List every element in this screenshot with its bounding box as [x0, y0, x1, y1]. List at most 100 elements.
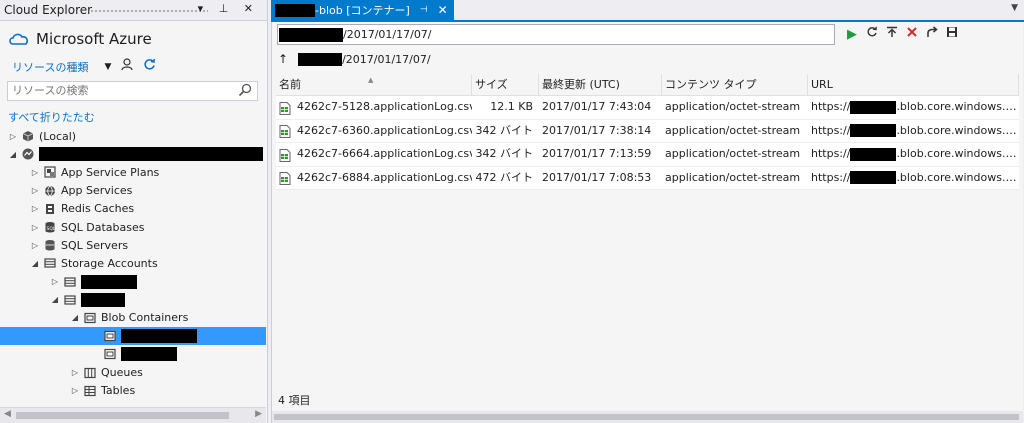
tab-blob-container[interactable]: -blob [コンテナー] ⊣ ✕ — [271, 0, 454, 20]
panel-title: Cloud Explorer — [4, 3, 93, 17]
up-arrow-icon[interactable]: ↑ — [278, 52, 288, 66]
column-header-label: サイズ — [475, 78, 508, 91]
table-row[interactable]: 4262c7-6664.applicationLog.csv 342 バイト 201… — [276, 143, 1019, 167]
path-field[interactable]: /2017/01/17/07/ — [277, 24, 835, 45]
run-query-icon[interactable]: ▶ — [842, 27, 862, 42]
tree-node[interactable]: ▷ App Services — [0, 182, 266, 200]
scrollbar-thumb[interactable] — [274, 414, 1019, 420]
cell-url: https:// .blob.core.windows.… — [808, 96, 1019, 119]
url-suffix: .blob.core.windows.… — [896, 123, 1017, 137]
expand-arrow-icon[interactable]: ▷ — [30, 204, 40, 213]
collapse-arrow-icon[interactable]: ◢ — [50, 295, 60, 304]
search-input[interactable] — [8, 82, 232, 98]
account-icon[interactable] — [121, 58, 133, 75]
blob-container-view: /2017/01/17/07/ ▶ ↑ /2017/01/17/07/ 名前 ▲… — [271, 22, 1023, 423]
expand-arrow-icon[interactable]: ▷ — [30, 186, 40, 195]
upload-icon[interactable] — [882, 26, 902, 42]
table-row[interactable]: 4262c7-6884.applicationLog.csv 472 バイト 201… — [276, 166, 1019, 190]
cell-modified: 2017/01/17 7:08:53 — [542, 170, 652, 184]
tree-node[interactable] — [0, 345, 266, 363]
tab-title: -blob [コンテナー] — [315, 4, 410, 17]
column-header-size[interactable]: サイズ — [472, 74, 539, 95]
redacted-text — [850, 100, 897, 114]
scroll-right-icon[interactable]: ▶ — [255, 409, 262, 419]
refresh-icon[interactable] — [143, 58, 156, 75]
panel-title-buttons[interactable]: ▾ ⊥ ✕ — [198, 2, 259, 15]
cell-size: 342 バイト — [475, 147, 534, 160]
cell-url: https:// .blob.core.windows.… — [808, 167, 1019, 190]
tree-node[interactable]: ▷ (Local) — [0, 127, 266, 145]
tree-node[interactable]: ▷ — [0, 273, 266, 291]
file-name: 4262c7-5128.applicationLog.csv — [297, 100, 472, 113]
collapse-arrow-icon[interactable]: ◢ — [70, 313, 80, 322]
redacted-text — [850, 124, 897, 137]
scrollbar-thumb[interactable] — [16, 412, 229, 419]
open-icon[interactable] — [922, 26, 942, 42]
horizontal-scrollbar[interactable]: ◀ ▶ — [0, 407, 266, 423]
column-header-label: URL — [811, 78, 833, 91]
tree-node[interactable]: ◢ Storage Accounts — [0, 254, 266, 272]
cell-size: 472 バイト — [475, 170, 534, 184]
resource-search — [7, 81, 258, 101]
chevron-down-icon[interactable]: ▼ — [104, 62, 111, 72]
expand-arrow-icon[interactable]: ▷ — [30, 223, 40, 232]
document-area: -blob [コンテナー] ⊣ ✕ ▼ /2017/01/17/07/ ▶ ↑ … — [271, 0, 1024, 423]
redacted-text — [279, 27, 343, 42]
cell-modified: 2017/01/17 7:38:14 — [542, 123, 652, 137]
tree-node[interactable]: ▷ SQL Servers — [0, 236, 266, 254]
tree-node[interactable]: ▷ App Service Plans — [0, 163, 266, 181]
tree-node[interactable]: ▷ Redis Caches — [0, 200, 266, 218]
azure-cloud-icon — [9, 33, 29, 45]
app-service-plan-icon — [44, 166, 56, 179]
cell-name: 4262c7-6884.applicationLog.csv — [276, 167, 472, 190]
tree-node-label: SQL Servers — [61, 238, 129, 252]
search-icon[interactable] — [238, 83, 252, 100]
brand-name: Microsoft Azure — [36, 30, 152, 48]
collapse-arrow-icon[interactable]: ◢ — [8, 150, 18, 159]
expand-arrow-icon[interactable]: ▷ — [8, 132, 18, 141]
csv-file-icon — [279, 124, 291, 138]
pin-icon[interactable]: ⊣ — [420, 5, 428, 15]
tab-bar: -blob [コンテナー] ⊣ ✕ ▼ — [271, 0, 1024, 22]
expand-arrow-icon[interactable]: ▷ — [70, 368, 80, 377]
tree-node[interactable]: ◢ Blob Containers — [0, 309, 266, 327]
expand-arrow-icon[interactable]: ▷ — [50, 277, 60, 286]
drag-grip[interactable] — [90, 9, 208, 13]
container-icon — [104, 348, 116, 360]
tree-node[interactable]: ▷ SQL SQL Databases — [0, 218, 266, 236]
local-icon — [22, 130, 34, 142]
item-count: 4 項目 — [278, 394, 311, 407]
scroll-left-icon[interactable]: ◀ — [4, 409, 11, 419]
grid-horizontal-scrollbar[interactable] — [272, 411, 1023, 423]
tree-node[interactable]: ◢ — [0, 291, 266, 309]
cell-modified: 2017/01/17 7:13:59 — [542, 147, 652, 160]
column-header-url[interactable]: URL — [808, 74, 1019, 95]
collapse-arrow-icon[interactable]: ◢ — [30, 259, 40, 268]
tree-node[interactable]: ◢ — [0, 145, 266, 163]
column-header-name[interactable]: 名前 ▲ — [276, 74, 472, 95]
column-header-content-type[interactable]: コンテンツ タイプ — [662, 74, 808, 95]
expand-arrow-icon[interactable]: ▷ — [30, 168, 40, 177]
expand-arrow-icon[interactable]: ▷ — [70, 386, 80, 395]
cloud-explorer-panel: Cloud Explorer ▾ ⊥ ✕ Microsoft Azure リソー… — [0, 0, 268, 423]
resource-type-dropdown[interactable]: リソースの種類 — [12, 59, 88, 75]
refresh-icon[interactable] — [862, 26, 882, 42]
delete-icon[interactable] — [902, 26, 922, 42]
table-row[interactable]: 4262c7-6360.applicationLog.csv 342 バイト 201… — [276, 119, 1019, 143]
url-suffix: .blob.core.windows.… — [896, 147, 1017, 160]
blob-containers-icon — [84, 312, 96, 324]
sql-database-icon: SQL — [44, 221, 56, 233]
tree-node[interactable]: ▷ Queues — [0, 363, 266, 381]
tab-overflow-icon[interactable]: ▼ — [1011, 3, 1018, 13]
table-row[interactable]: 4262c7-5128.applicationLog.csv 12.1 KB 201… — [276, 96, 1019, 120]
queues-icon — [84, 367, 96, 379]
expand-arrow-icon[interactable]: ▷ — [30, 241, 40, 250]
close-icon[interactable]: ✕ — [438, 3, 448, 17]
save-icon[interactable] — [942, 26, 962, 42]
url-prefix: https:// — [811, 170, 851, 184]
file-name: 4262c7-6664.applicationLog.csv — [297, 147, 472, 160]
tree-node[interactable]: ▷ Tables — [0, 382, 266, 400]
tree-node[interactable] — [0, 327, 266, 346]
column-header-modified[interactable]: 最終更新 (UTC) — [539, 74, 662, 95]
collapse-all-link[interactable]: すべて折りたたむ — [8, 109, 95, 125]
